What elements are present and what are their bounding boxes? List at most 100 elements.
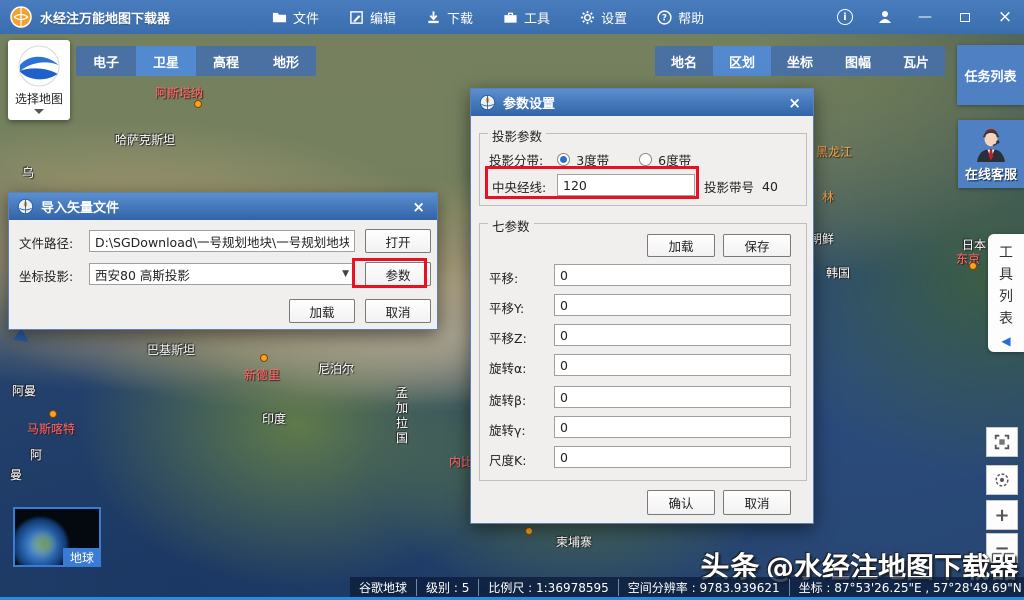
tab-satellite[interactable]: 卫星 bbox=[136, 46, 196, 76]
radio-3-degree-label: 3度带 bbox=[576, 150, 609, 169]
task-list-button[interactable]: 任务列表 bbox=[957, 45, 1024, 105]
svg-text:?: ? bbox=[662, 12, 667, 22]
scale-k-label: 尺度K: bbox=[489, 450, 526, 469]
city-dot bbox=[525, 527, 533, 535]
city-dot bbox=[260, 354, 268, 362]
file-path-input[interactable] bbox=[89, 230, 355, 252]
maximize-button[interactable] bbox=[954, 6, 976, 28]
dialog-title: 导入矢量文件 bbox=[41, 197, 119, 216]
tab-sheets[interactable]: 图幅 bbox=[829, 46, 887, 76]
task-list-label: 任务列表 bbox=[964, 66, 1016, 85]
window-controls: i — × bbox=[834, 0, 1016, 34]
online-service-label: 在线客服 bbox=[965, 164, 1017, 183]
maximize-icon bbox=[960, 13, 970, 22]
menu-label: 工具 bbox=[524, 8, 550, 27]
map-select-button[interactable]: 选择地图 bbox=[8, 40, 70, 120]
status-resolution: 空间分辨率 : 9783.939621 bbox=[618, 579, 789, 596]
zoom-in-button[interactable]: + bbox=[986, 500, 1018, 530]
menu-tools[interactable]: 工具 bbox=[503, 8, 550, 27]
shift-y-input[interactable] bbox=[554, 294, 791, 316]
tab-coordinates[interactable]: 坐标 bbox=[771, 46, 829, 76]
radio-6-degree[interactable] bbox=[639, 153, 652, 166]
map-select-label: 选择地图 bbox=[15, 90, 63, 107]
rotate-alpha-label: 旋转α: bbox=[489, 358, 526, 377]
shift-x-input[interactable] bbox=[554, 264, 791, 286]
tab-electronic[interactable]: 电子 bbox=[76, 46, 136, 76]
tab-tiles[interactable]: 瓦片 bbox=[887, 46, 945, 76]
tab-elevation[interactable]: 高程 bbox=[196, 46, 256, 76]
open-button[interactable]: 打开 bbox=[365, 229, 431, 253]
group-label: 七参数 bbox=[488, 216, 534, 235]
about-button[interactable]: i bbox=[834, 6, 856, 28]
online-service-button[interactable]: 在线客服 bbox=[958, 120, 1024, 188]
projection-label: 坐标投影: bbox=[19, 266, 73, 285]
group-label: 投影参数 bbox=[488, 126, 546, 145]
tool-list-label: 工具列表 bbox=[998, 242, 1014, 330]
rotate-beta-label: 旋转β: bbox=[489, 390, 526, 409]
menu-download[interactable]: 下载 bbox=[426, 8, 473, 27]
user-icon bbox=[877, 9, 893, 25]
rotate-alpha-input[interactable] bbox=[554, 354, 791, 376]
menu-label: 文件 bbox=[293, 8, 319, 27]
fullscreen-button[interactable] bbox=[986, 427, 1018, 457]
city-dot bbox=[969, 262, 977, 270]
menu-file[interactable]: 文件 bbox=[272, 8, 319, 27]
params-dialog-header[interactable]: 参数设置 × bbox=[471, 89, 813, 116]
close-icon[interactable]: × bbox=[408, 198, 429, 216]
seven-load-button[interactable]: 加载 bbox=[647, 234, 715, 257]
menu-help[interactable]: ? 帮助 bbox=[657, 8, 704, 27]
params-cancel-button[interactable]: 取消 bbox=[723, 490, 791, 515]
scale-k-input[interactable] bbox=[554, 446, 791, 468]
import-vector-dialog: 导入矢量文件 × 文件路径: 打开 坐标投影: 西安80 高斯投影 ▼ 参数 加… bbox=[8, 192, 438, 330]
globe-thumbnail[interactable]: 地球 bbox=[13, 507, 101, 567]
shift-z-input[interactable] bbox=[554, 324, 791, 346]
params-button[interactable]: 参数 bbox=[365, 262, 431, 286]
tool-list-panel[interactable]: 工具列表 ◀ bbox=[988, 234, 1024, 352]
overlay-tabs: 地名 区划 坐标 图幅 瓦片 bbox=[655, 46, 945, 76]
projection-select[interactable]: 西安80 高斯投影 ▼ bbox=[89, 263, 355, 285]
tab-districts[interactable]: 区划 bbox=[713, 46, 771, 76]
locate-button[interactable] bbox=[986, 465, 1018, 495]
plus-icon: + bbox=[994, 505, 1009, 526]
settings-icon bbox=[580, 10, 595, 25]
info-icon: i bbox=[837, 9, 853, 25]
status-bar: 谷歌地球 级别 : 5 比例尺 : 1:36978595 空间分辨率 : 978… bbox=[350, 577, 1024, 597]
tab-terrain[interactable]: 地形 bbox=[256, 46, 316, 76]
shift-z-label: 平移Z: bbox=[489, 328, 527, 347]
dropdown-arrow-icon: ▼ bbox=[342, 269, 349, 279]
central-meridian-input[interactable] bbox=[557, 174, 695, 196]
zone-number-value: 40 bbox=[762, 179, 778, 194]
minimize-button[interactable]: — bbox=[914, 6, 936, 28]
globe-thumbnail-label: 地球 bbox=[63, 548, 101, 567]
radio-3-degree[interactable] bbox=[557, 153, 570, 166]
customer-service-avatar bbox=[971, 126, 1011, 162]
tab-placenames[interactable]: 地名 bbox=[655, 46, 713, 76]
account-button[interactable] bbox=[874, 6, 896, 28]
radio-6-degree-label: 6度带 bbox=[658, 150, 691, 169]
status-coordinates: 坐标 : 87°53'26.25"E , 57°28'49.69"N bbox=[789, 579, 1024, 596]
close-button[interactable]: × bbox=[994, 6, 1016, 28]
menu-settings[interactable]: 设置 bbox=[580, 8, 627, 27]
title-bar[interactable]: 水经注万能地图下载器 文件 编辑 bbox=[0, 0, 1024, 34]
seven-params-group: 七参数 bbox=[479, 223, 807, 481]
confirm-button[interactable]: 确认 bbox=[647, 490, 715, 515]
map-type-tabs: 电子 卫星 高程 地形 bbox=[76, 46, 316, 76]
rotate-beta-input[interactable] bbox=[554, 386, 791, 408]
file-path-label: 文件路径: bbox=[19, 233, 73, 252]
close-icon[interactable]: × bbox=[784, 94, 805, 112]
dialog-title: 参数设置 bbox=[503, 93, 555, 112]
menu-edit[interactable]: 编辑 bbox=[349, 8, 396, 27]
import-load-button[interactable]: 加载 bbox=[289, 299, 355, 323]
app-window: 阿斯塔纳 哈萨克斯坦 乌 黑龙江 林 朝鲜 韩国 日本 东京 巴基斯坦 新德里 … bbox=[0, 0, 1024, 600]
import-cancel-button[interactable]: 取消 bbox=[365, 299, 431, 323]
rotate-gamma-input[interactable] bbox=[554, 416, 791, 438]
seven-save-button[interactable]: 保存 bbox=[723, 234, 791, 257]
fullscreen-icon bbox=[993, 433, 1011, 451]
target-icon bbox=[993, 471, 1011, 489]
download-icon bbox=[426, 10, 441, 25]
google-earth-icon bbox=[17, 44, 61, 88]
collapse-left-icon[interactable]: ◀ bbox=[1001, 334, 1010, 348]
import-dialog-header[interactable]: 导入矢量文件 × bbox=[9, 193, 437, 220]
tools-icon bbox=[503, 10, 518, 25]
dialog-logo-icon bbox=[479, 94, 496, 111]
